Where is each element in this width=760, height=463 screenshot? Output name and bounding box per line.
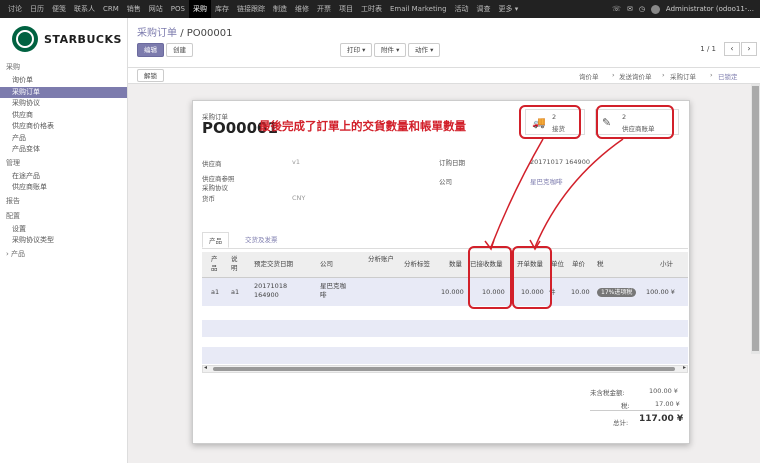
arrow-head-billed bbox=[529, 239, 541, 251]
sidebar-section[interactable]: › 产品 bbox=[0, 247, 127, 262]
sidebar-item[interactable]: 采购协议 bbox=[0, 98, 127, 110]
sidebar-item[interactable]: 产品 bbox=[0, 133, 127, 145]
sidebar-item[interactable]: 采购订单 bbox=[0, 86, 127, 98]
pager-previous-button[interactable]: ‹ bbox=[724, 42, 740, 56]
sidebar-menu: 采购 询价单 采购订单 采购协议 供应商 供应商价格表 产品 产品变体 管理 在途产品 供应商账单报… bbox=[0, 60, 127, 262]
sidebar-item[interactable]: 供应商账单 bbox=[0, 182, 127, 194]
form-sheet: 采购订单 PO00001 最後完成了訂單上的交貨數量和帳單數量 🚚 2 接货 ✎… bbox=[192, 100, 690, 444]
top-nav-item[interactable]: 项目 bbox=[335, 0, 357, 18]
status-rfq[interactable]: 询价单 bbox=[579, 71, 599, 81]
sidebar-item[interactable]: 供应商 bbox=[0, 110, 127, 122]
print-button[interactable]: 打印 ▾ bbox=[340, 43, 373, 57]
pager-value[interactable]: 1 / 1 bbox=[700, 45, 716, 53]
phone-icon[interactable]: ☏ bbox=[612, 5, 621, 13]
control-panel: 采购订单 / PO00001 编辑 创建 打印 ▾ 附件 ▾ 动作 ▾ 1 / … bbox=[128, 18, 760, 68]
top-nav-item[interactable]: 便笺 bbox=[48, 0, 70, 18]
sidebar-item[interactable]: 供应商价格表 bbox=[0, 121, 127, 133]
brand-name: STARBUCKS bbox=[44, 32, 122, 46]
sidebar-section[interactable]: 报告 bbox=[0, 194, 127, 209]
top-nav-item[interactable]: 网站 bbox=[145, 0, 167, 18]
unlock-button[interactable]: 解锁 bbox=[137, 69, 164, 82]
chat-icon[interactable]: ✉ bbox=[627, 5, 633, 13]
arrow-to-billed bbox=[534, 138, 624, 248]
sidebar-item[interactable]: 采购协议类型 bbox=[0, 235, 127, 247]
top-nav-item[interactable]: 制造 bbox=[269, 0, 291, 18]
top-nav-item[interactable]: POS bbox=[167, 0, 189, 18]
breadcrumb-parent[interactable]: 采购订单 bbox=[137, 28, 177, 39]
top-nav-item[interactable]: CRM bbox=[99, 0, 123, 18]
sidebar-section[interactable]: 管理 bbox=[0, 156, 127, 171]
top-navbar: 讨论 日历 便笺 联系人 CRM 销售 网站 POS 采购 库存 链接跟踪 制造 维修 开票 项目 工时表 Em… bbox=[0, 0, 760, 18]
breadcrumb-separator: / bbox=[180, 28, 184, 39]
statusbar: 解锁 询价单 › 发送询价单 › 采购订单 › 已锁定 bbox=[128, 68, 760, 84]
top-nav-item[interactable]: 调查 bbox=[473, 0, 495, 18]
status-sep-icon: › bbox=[662, 71, 665, 79]
starbucks-seal-icon bbox=[12, 26, 38, 52]
status-locked[interactable]: 已锁定 bbox=[718, 71, 738, 81]
vertical-scrollbar-thumb[interactable] bbox=[752, 86, 759, 351]
edit-button[interactable]: 编辑 bbox=[137, 43, 164, 57]
pager-next-button[interactable]: › bbox=[741, 42, 757, 56]
sidebar-section[interactable]: 采购 bbox=[0, 60, 127, 75]
attachment-button[interactable]: 附件 ▾ bbox=[374, 43, 407, 57]
top-nav-item[interactable]: 库存 bbox=[211, 0, 233, 18]
top-nav-item[interactable]: 销售 bbox=[123, 0, 145, 18]
sidebar-item[interactable]: 设置 bbox=[0, 224, 127, 236]
top-nav-item[interactable]: 日历 bbox=[26, 0, 48, 18]
status-sep-icon: › bbox=[710, 71, 713, 79]
company-logo: STARBUCKS bbox=[0, 18, 127, 60]
top-nav-item[interactable]: 采购 bbox=[188, 0, 211, 18]
avatar[interactable] bbox=[650, 4, 660, 14]
top-nav-item[interactable]: 活动 bbox=[451, 0, 473, 18]
sidebar: STARBUCKS 采购 询价单 采购订单 采购协议 供应商 供应商价格表 产品 产品变体 管理… bbox=[0, 18, 128, 463]
top-nav-item[interactable]: 更多 ▾ bbox=[495, 0, 523, 18]
top-nav-item[interactable]: 维修 bbox=[291, 0, 313, 18]
action-button[interactable]: 动作 ▾ bbox=[408, 43, 441, 57]
status-purchase-order[interactable]: 采购订单 bbox=[670, 71, 696, 81]
top-nav-item[interactable]: 联系人 bbox=[70, 0, 99, 18]
arrow-to-received bbox=[490, 138, 544, 248]
annotation-arrows bbox=[484, 138, 624, 251]
top-nav-item[interactable]: Email Marketing bbox=[386, 0, 451, 18]
clock-icon[interactable]: ◷ bbox=[639, 5, 645, 13]
top-nav-item[interactable]: 工时表 bbox=[357, 0, 386, 18]
top-nav-item[interactable]: 开票 bbox=[313, 0, 335, 18]
sidebar-section[interactable]: 配置 bbox=[0, 209, 127, 224]
vertical-scrollbar[interactable] bbox=[751, 84, 760, 354]
status-sep-icon: › bbox=[612, 71, 615, 79]
user-menu[interactable]: Administrator (odoo11-... bbox=[666, 5, 754, 13]
topbar-right: ☏ ✉ ◷ Administrator (odoo11-... bbox=[612, 0, 754, 18]
top-nav-item[interactable]: 讨论 bbox=[4, 0, 26, 18]
top-nav-item[interactable]: 链接跟踪 bbox=[233, 0, 269, 18]
sidebar-item[interactable]: 询价单 bbox=[0, 75, 127, 87]
sidebar-item[interactable]: 产品变体 bbox=[0, 144, 127, 156]
sidebar-item[interactable]: 在途产品 bbox=[0, 171, 127, 183]
breadcrumb-current: PO00001 bbox=[186, 28, 233, 39]
create-button[interactable]: 创建 bbox=[166, 43, 193, 57]
breadcrumb: 采购订单 / PO00001 bbox=[137, 24, 232, 39]
status-rfq-sent[interactable]: 发送询价单 bbox=[619, 71, 652, 81]
